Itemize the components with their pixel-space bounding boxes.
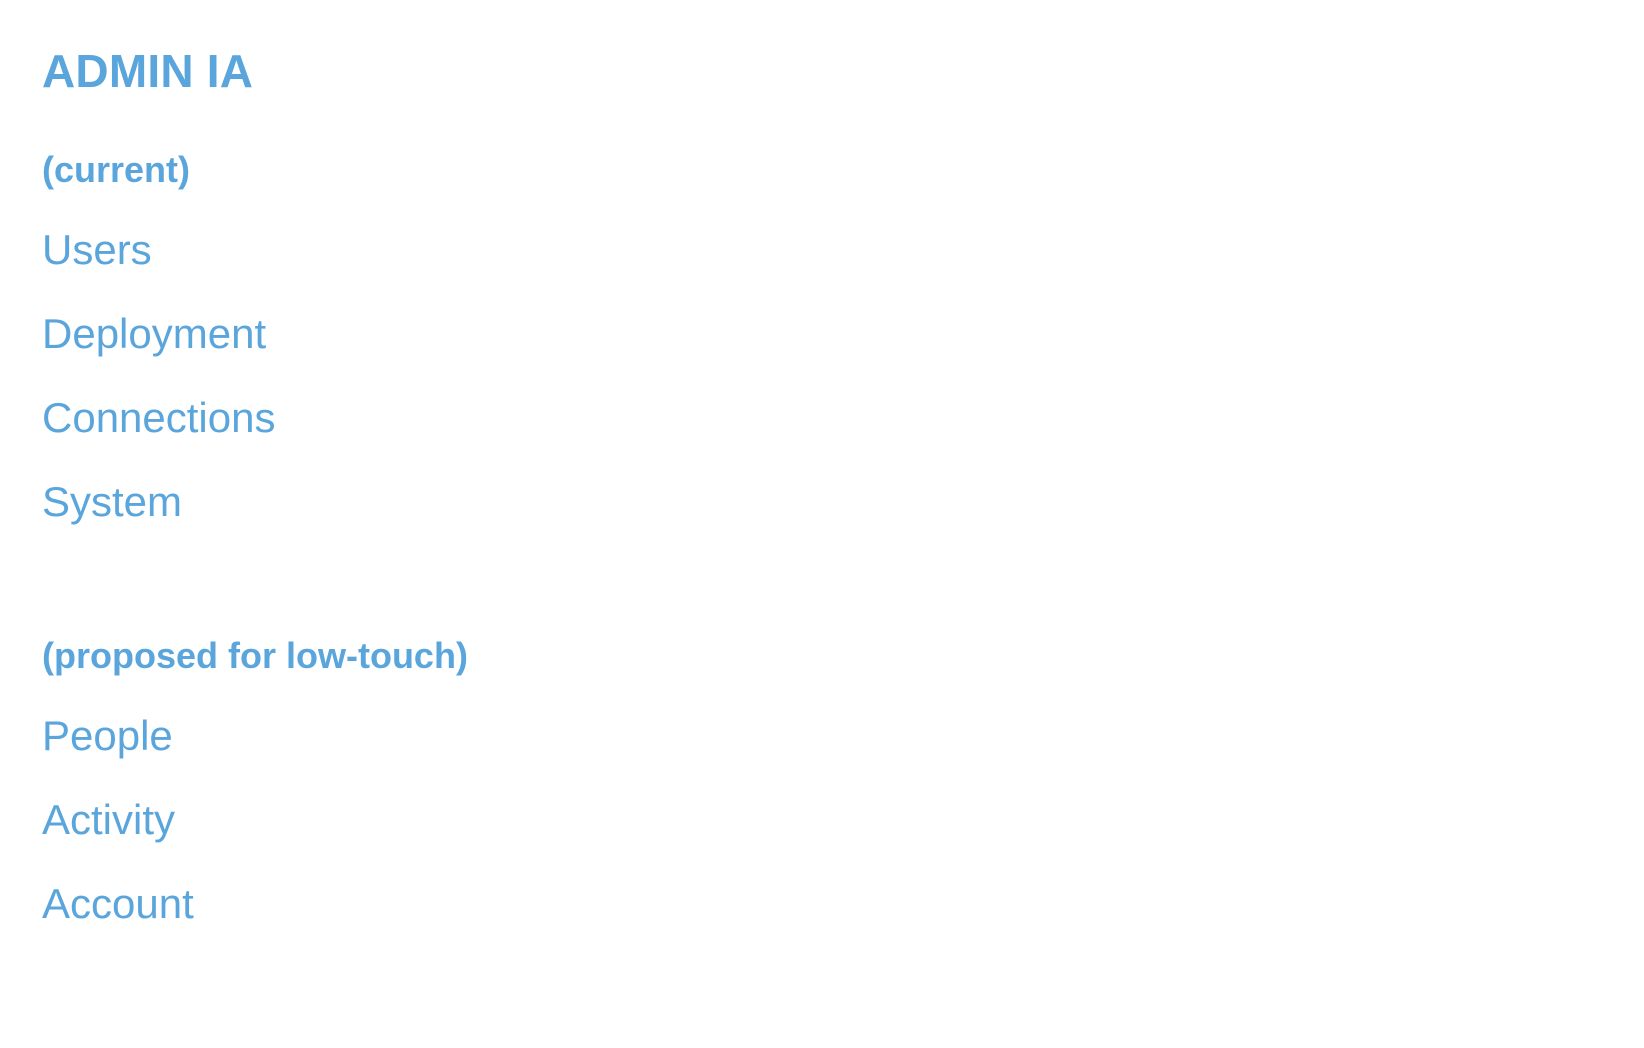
section-proposed-ia: (proposed for low-touch) People Activity… [42, 638, 468, 925]
nav-list-current: Users Deployment Connections System [42, 229, 275, 523]
section-heading-proposed: (proposed for low-touch) [42, 635, 468, 676]
nav-item-connections[interactable]: Connections [42, 397, 275, 439]
nav-item-people[interactable]: People [42, 715, 173, 757]
slide-canvas: ADMIN IA (current) Users Deployment Conn… [0, 0, 1644, 1048]
nav-item-system[interactable]: System [42, 481, 182, 523]
nav-item-account[interactable]: Account [42, 883, 194, 925]
section-current-ia: (current) Users Deployment Connections S… [42, 152, 275, 523]
nav-list-proposed: People Activity Account [42, 715, 468, 925]
nav-item-activity[interactable]: Activity [42, 799, 175, 841]
nav-item-users[interactable]: Users [42, 229, 152, 271]
section-heading-current: (current) [42, 149, 191, 190]
nav-item-deployment[interactable]: Deployment [42, 313, 266, 355]
page-title: ADMIN IA [42, 45, 254, 97]
